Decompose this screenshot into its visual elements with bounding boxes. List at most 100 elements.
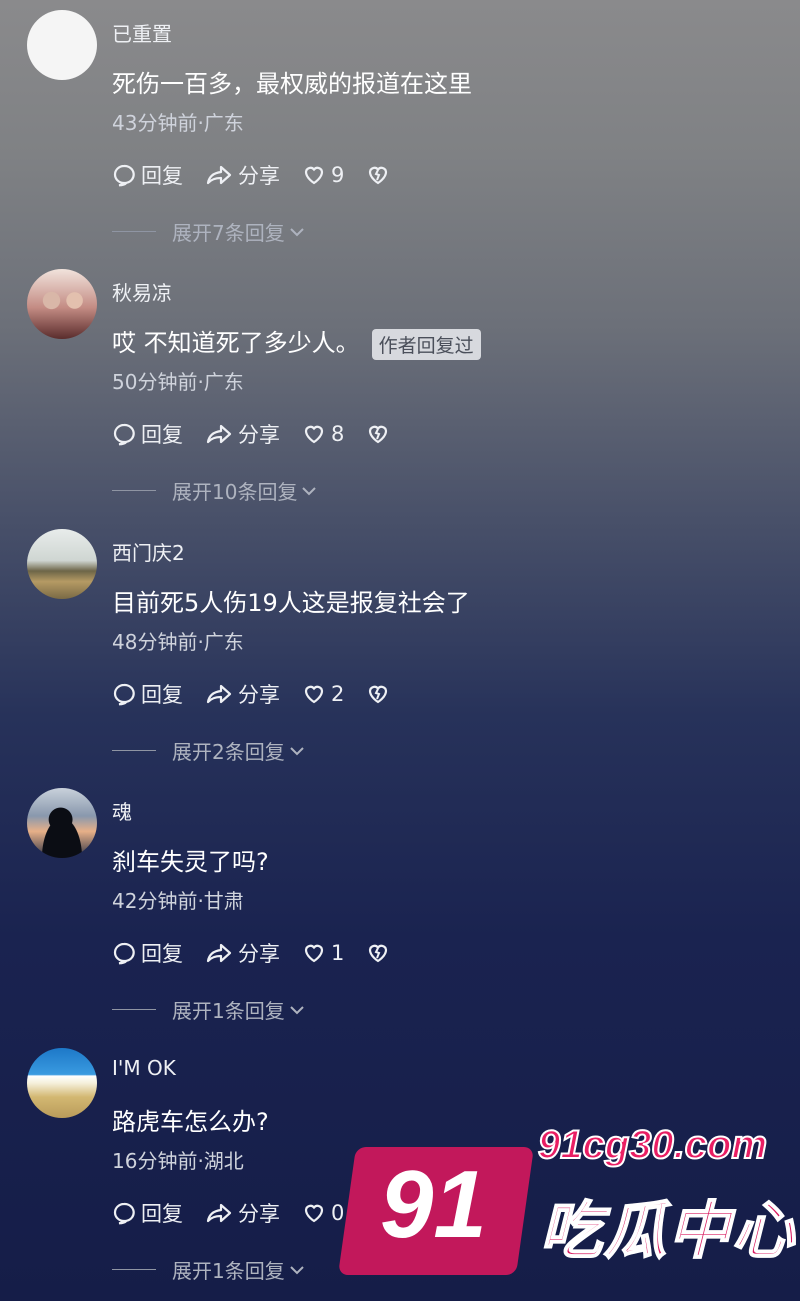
comment-username[interactable]: I'M OK [112, 1056, 176, 1080]
expand-replies-button[interactable]: 展开7条回复 [112, 217, 305, 246]
comment-meta: 16分钟前·湖北 [112, 1149, 244, 1173]
like-count: 9 [331, 163, 345, 187]
comment-text: 刹车失灵了吗? [112, 842, 269, 877]
like-button[interactable]: 2 [302, 682, 344, 706]
reply-button[interactable]: 回复 [112, 679, 183, 709]
expand-replies-button[interactable]: 展开10条回复 [112, 476, 317, 505]
reply-label: 回复 [141, 942, 183, 966]
broken-heart-icon [369, 425, 388, 444]
dislike-button[interactable] [366, 941, 395, 965]
like-count: 1 [331, 941, 345, 965]
broken-heart-icon [369, 944, 388, 963]
comment-actions: 回复 分享 2 [112, 679, 417, 709]
comment-text: 死伤一百多，最权威的报道在这里 [112, 64, 472, 99]
share-icon [206, 165, 232, 185]
avatar[interactable] [27, 10, 97, 80]
broken-heart-icon [369, 166, 388, 185]
chevron-down-icon [302, 486, 317, 495]
share-button[interactable]: 分享 [205, 160, 280, 190]
share-button[interactable]: 分享 [205, 938, 280, 968]
comment-item: 秋易凉 哎 不知道死了多少人。 作者回复过 50分钟前·广东 回复 分享 8 展开… [0, 259, 800, 518]
share-button[interactable]: 分享 [205, 1198, 280, 1228]
comment-item: 已重置 死伤一百多，最权威的报道在这里 43分钟前·广东 回复 分享 9 展开7… [0, 0, 800, 259]
comment-meta: 50分钟前·广东 [112, 370, 244, 394]
comment-text-content: 死伤一百多，最权威的报道在这里 [112, 70, 472, 98]
reply-button[interactable]: 回复 [112, 160, 183, 190]
expand-replies-label: 展开10条回复 [172, 480, 298, 504]
dislike-button[interactable] [366, 682, 395, 706]
share-label: 分享 [238, 683, 280, 707]
like-count: 2 [331, 682, 345, 706]
chevron-down-icon [290, 1005, 304, 1014]
comment-meta: 43分钟前·广东 [112, 111, 244, 135]
reply-button[interactable]: 回复 [112, 419, 183, 449]
comment-meta: 42分钟前·甘肃 [112, 889, 244, 913]
watermark-url: 91cg30.com [537, 1122, 768, 1168]
chevron-down-icon [290, 746, 304, 755]
share-label: 分享 [238, 1202, 280, 1226]
author-replied-badge: 作者回复过 [371, 328, 481, 360]
reply-icon [113, 423, 135, 446]
broken-heart-icon [369, 685, 388, 704]
comment-actions: 回复 分享 1 [112, 938, 417, 968]
reply-button[interactable]: 回复 [112, 938, 183, 968]
reply-icon [113, 164, 135, 187]
dislike-button[interactable] [366, 163, 395, 187]
comment-actions: 回复 分享 8 [112, 419, 417, 449]
like-button[interactable]: 1 [302, 941, 344, 965]
comment-actions: 回复 分享 9 [112, 160, 417, 190]
comment-meta: 48分钟前·广东 [112, 630, 244, 654]
like-count: 0 [331, 1201, 345, 1225]
comment-text: 路虎车怎么办? [112, 1102, 269, 1137]
comment-username[interactable]: 已重置 [112, 18, 172, 47]
divider-line [112, 1269, 156, 1270]
comment-text-content: 刹车失灵了吗? [112, 848, 269, 876]
comment-text-content: 哎 不知道死了多少人。 [112, 329, 360, 357]
chevron-down-icon [290, 1265, 304, 1274]
divider-line [112, 490, 156, 491]
avatar[interactable] [27, 529, 97, 599]
avatar[interactable] [27, 788, 97, 858]
share-label: 分享 [238, 164, 280, 188]
expand-replies-button[interactable]: 展开2条回复 [112, 736, 305, 765]
like-button[interactable]: 8 [302, 422, 344, 446]
chevron-down-icon [290, 227, 304, 236]
comment-text-content: 路虎车怎么办? [112, 1108, 269, 1136]
divider-line [112, 750, 156, 751]
expand-replies-label: 展开7条回复 [172, 221, 285, 245]
dislike-button[interactable] [366, 422, 395, 446]
share-icon [206, 684, 232, 704]
heart-icon [304, 944, 324, 963]
avatar[interactable] [27, 1048, 97, 1118]
reply-label: 回复 [141, 683, 183, 707]
like-count: 8 [331, 422, 345, 446]
heart-icon [304, 166, 324, 185]
comment-username[interactable]: 魂 [112, 796, 132, 825]
reply-label: 回复 [141, 1202, 183, 1226]
reply-icon [113, 683, 135, 706]
reply-label: 回复 [141, 164, 183, 188]
comment-username[interactable]: 西门庆2 [112, 537, 185, 566]
share-label: 分享 [238, 423, 280, 447]
heart-icon [304, 685, 324, 704]
like-button[interactable]: 9 [302, 163, 344, 187]
comment-text-content: 目前死5人伤19人这是报复社会了 [112, 589, 470, 617]
expand-replies-label: 展开1条回复 [172, 999, 285, 1023]
share-icon [206, 1203, 232, 1223]
divider-line [112, 1009, 156, 1010]
reply-button[interactable]: 回复 [112, 1198, 183, 1228]
comment-username[interactable]: 秋易凉 [112, 277, 172, 306]
share-button[interactable]: 分享 [205, 419, 280, 449]
divider-line [112, 231, 156, 232]
expand-replies-button[interactable]: 展开1条回复 [112, 1255, 305, 1284]
reply-label: 回复 [141, 423, 183, 447]
comment-item: 西门庆2 目前死5人伤19人这是报复社会了 48分钟前·广东 回复 分享 2 展… [0, 519, 800, 778]
share-label: 分享 [238, 942, 280, 966]
expand-replies-label: 展开1条回复 [172, 1259, 285, 1283]
share-button[interactable]: 分享 [205, 679, 280, 709]
like-button[interactable]: 0 [302, 1201, 344, 1225]
avatar[interactable] [27, 269, 97, 339]
share-icon [206, 424, 232, 444]
expand-replies-label: 展开2条回复 [172, 740, 285, 764]
expand-replies-button[interactable]: 展开1条回复 [112, 995, 305, 1024]
